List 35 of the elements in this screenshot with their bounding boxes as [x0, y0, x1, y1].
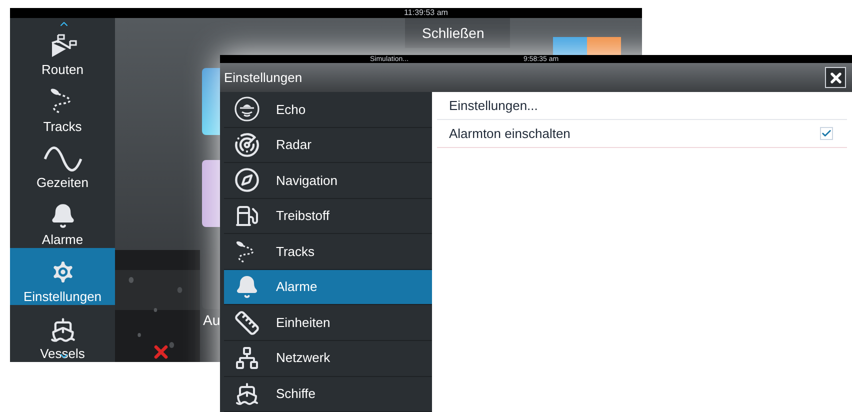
fuel-pump-icon [235, 204, 259, 228]
menu-item[interactable]: Radar [224, 128, 432, 164]
menu-item[interactable]: Treibstoff [224, 198, 432, 234]
radar-icon [234, 132, 260, 158]
menu-item[interactable]: Netzwerk [224, 340, 432, 376]
close-icon [828, 70, 844, 86]
sidebar-item[interactable]: Alarme [10, 191, 115, 248]
tile-label: Au [203, 311, 220, 330]
close-button[interactable] [825, 67, 846, 88]
sidebar-item[interactable]: Vessels [10, 305, 115, 362]
settings-link[interactable]: Einstellungen... [437, 92, 847, 120]
option-label: Alarmton einschalten [449, 124, 570, 143]
menu-item[interactable]: Alarme [224, 270, 432, 306]
close-button[interactable]: Schließen [405, 18, 510, 48]
ship-icon [235, 382, 259, 406]
menu-item[interactable]: Schiffe [224, 376, 432, 412]
network-icon [235, 346, 259, 370]
sidebar-item[interactable]: Gezeiten [10, 134, 115, 192]
dialog-title: Einstellungen [224, 68, 302, 87]
compass-icon [234, 167, 260, 194]
menu-item[interactable]: Echo [224, 92, 432, 128]
sonar-icon [234, 96, 260, 122]
bell-icon [50, 203, 76, 230]
sidebar-item[interactable]: Routen [10, 21, 115, 78]
sidebar-item[interactable]: Tracks [10, 78, 115, 135]
clock: 11:39:53 am [404, 9, 448, 17]
check-icon [821, 128, 832, 139]
ruler-icon [234, 310, 260, 336]
menu-item[interactable]: Navigation [224, 163, 432, 199]
sine-wave-icon [42, 146, 82, 172]
bell-icon [235, 275, 259, 300]
checkbox[interactable] [820, 127, 833, 140]
sidebar-item[interactable]: Einstellungen [10, 248, 115, 306]
menu-item[interactable]: Einheiten [224, 305, 432, 341]
ship-icon [50, 316, 76, 343]
